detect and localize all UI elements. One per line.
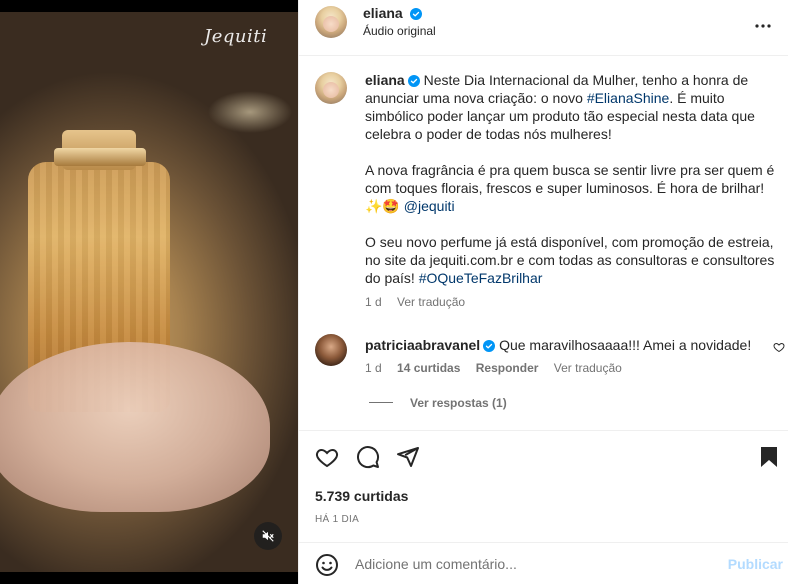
more-options-button[interactable] [751,14,775,38]
caption-meta: 1 d Ver tradução [365,293,775,311]
comment: patriciaabravanel Que maravilhosaaaa!!! … [365,336,765,354]
emoji-icon[interactable] [315,553,339,577]
comment-username[interactable]: patriciaabravanel [365,337,480,353]
likes-count[interactable]: 5.739 curtidas [315,488,408,504]
more-horizontal-icon [755,24,771,28]
heart-icon[interactable] [315,445,339,469]
reply-button[interactable]: Responder [476,361,539,375]
bookmark-icon[interactable] [757,445,781,469]
hashtag-link[interactable]: #ElianaShine [587,90,670,106]
add-comment-bar: Publicar [299,542,788,584]
view-replies-button[interactable]: Ver respostas (1) [410,396,507,410]
post-date[interactable]: HÁ 1 DIA [315,514,359,525]
publish-button[interactable]: Publicar [728,556,783,572]
hashtag-link[interactable]: #OQueTeFazBrilhar [419,270,543,286]
audio-label[interactable]: Áudio original [363,24,436,38]
see-translation-link[interactable]: Ver tradução [397,295,465,309]
avatar[interactable] [315,6,347,38]
post-media[interactable]: Jequiti [0,0,298,584]
share-icon[interactable] [396,445,420,469]
comment-icon[interactable] [356,445,380,469]
speaker-muted-icon [262,530,274,542]
perfume-cap [54,148,146,166]
comment-time[interactable]: 1 d [365,361,382,375]
like-comment-icon[interactable] [773,341,785,353]
comments-section: eliana Neste Dia Internacional da Mulher… [299,56,788,430]
comment-likes[interactable]: 14 curtidas [397,361,460,375]
verified-badge-icon [483,340,496,352]
replies-divider [369,402,393,403]
mention-link[interactable]: @jequiti [404,198,455,214]
mute-button[interactable] [254,522,282,550]
media-top-border [0,0,298,12]
see-translation-link[interactable]: Ver tradução [554,361,622,375]
hands [0,342,270,512]
avatar[interactable] [315,72,347,104]
verified-badge-icon [407,75,420,87]
comment-text: Que maravilhosaaaa!!! Amei a novidade! [499,337,752,353]
caption-time[interactable]: 1 d [365,295,382,309]
post-header: eliana Áudio original [299,0,788,56]
comment-meta: 1 d 14 curtidas Responder Ver tradução [365,361,622,375]
caption: eliana Neste Dia Internacional da Mulher… [365,71,775,311]
caption-username[interactable]: eliana [365,72,405,88]
header-username[interactable]: eliana [363,5,403,21]
verified-badge-icon [409,8,422,20]
avatar[interactable] [315,334,347,366]
post-panel: eliana Áudio original eliana Neste Dia I… [298,0,788,584]
perfume-photo [0,12,298,572]
post-actions: 5.739 curtidas HÁ 1 DIA [299,430,788,542]
comment-input[interactable] [355,553,715,575]
media-bottom-border [0,572,298,584]
brand-watermark: Jequiti [204,26,268,47]
